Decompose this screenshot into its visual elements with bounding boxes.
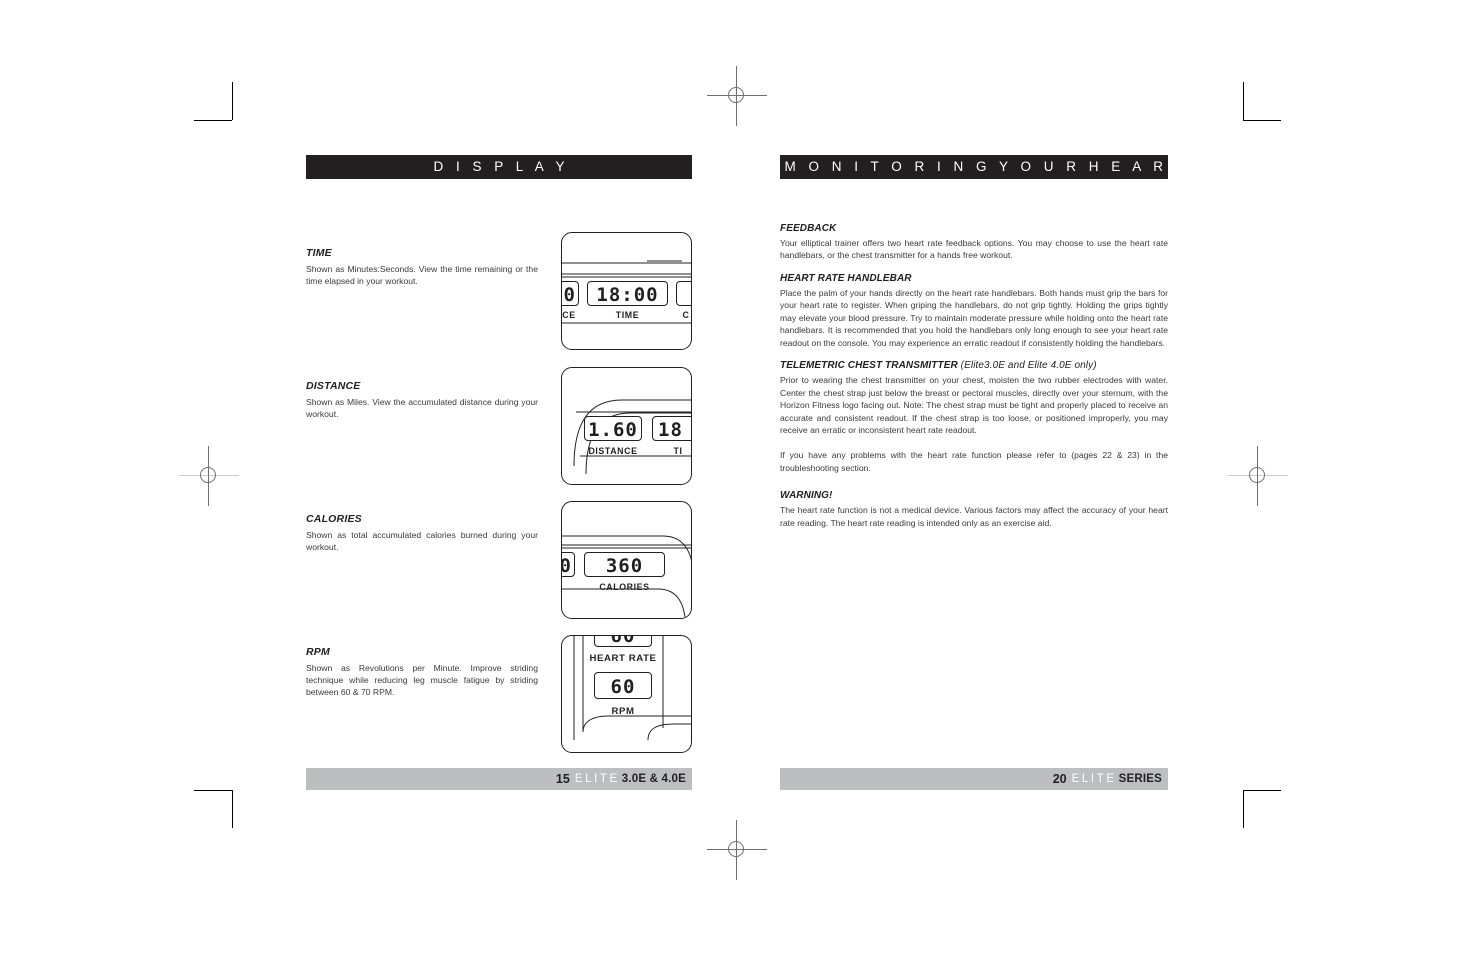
distance-value-field: 1.60 [584, 416, 642, 441]
troubleshooting-note: If you have any problems with the heart … [780, 449, 1168, 474]
left-page-footer: 15 ELITE 3.0E & 4.0E [306, 768, 692, 790]
time-neighbor-right-field [676, 281, 691, 306]
left-footer-brand: ELITE [574, 773, 620, 785]
time-value: 18:00 [596, 284, 659, 306]
heart-rate-label: HEART RATE [589, 653, 657, 664]
right-page-content: FEEDBACK Your elliptical trainer offers … [780, 179, 1168, 529]
troubleshooting-note-body: If you have any problems with the heart … [780, 450, 1168, 473]
distance-label: DISTANCE [588, 446, 638, 456]
distance-neighbor-right-value: 18 [658, 419, 683, 441]
time-console: 0 18:00 NCE TIME C [561, 232, 692, 350]
section-feedback: FEEDBACK Your elliptical trainer offers … [780, 223, 1168, 262]
distance-neighbor-right-label: TI [673, 446, 683, 456]
distance-console: 1.60 18 DISTANCE TI [561, 367, 692, 485]
time-neighbor-right-label: C [682, 310, 690, 320]
distance-neighbor-right-field: 18 [652, 416, 691, 441]
registration-mark-top [707, 66, 767, 126]
distance-value: 1.60 [588, 419, 638, 441]
time-neighbor-left-field: 0 [562, 281, 579, 306]
section-distance-title: DISTANCE [306, 380, 361, 392]
section-rpm-title: RPM [306, 646, 330, 658]
section-distance-body: Shown as Miles. View the accumulated dis… [306, 397, 538, 420]
registration-mark-left [179, 446, 239, 506]
time-neighbor-left-label: NCE [562, 310, 576, 320]
rpm-console: 60 HEART RATE 60 RPM [561, 635, 692, 753]
heart-rate-value: 60 [610, 635, 636, 647]
right-footer-brand: ELITE [1071, 773, 1117, 785]
section-rpm-body: Shown as Revolutions per Minute. Improve… [306, 663, 538, 698]
left-page-number: 15 [555, 772, 570, 786]
calories-neighbor-left-value: 0 [562, 553, 574, 576]
section-calories-title: CALORIES [306, 513, 362, 525]
section-heart-rate-handlebar-body: Place the palm of your hands directly on… [780, 287, 1168, 348]
rpm-value-field: 60 [594, 672, 652, 699]
section-warning: WARNING! The heart rate function is not … [780, 490, 1168, 529]
calories-neighbor-left-field: 0 [562, 552, 575, 577]
left-page-content: TIME Shown as Minutes:Seconds. View the … [306, 179, 692, 779]
section-telemetric-chest-transmitter-body: Prior to wearing the chest transmitter o… [780, 375, 1168, 435]
rpm-value: 60 [610, 676, 636, 698]
right-footer-model: SERIES [1118, 773, 1162, 785]
section-telemetric-chest-transmitter: TELEMETRIC CHEST TRANSMITTER (Elite3.0E … [780, 360, 1168, 436]
section-feedback-title: FEEDBACK [780, 223, 837, 234]
right-page-number: 20 [1052, 772, 1067, 786]
section-telemetric-chest-transmitter-title: TELEMETRIC CHEST TRANSMITTER (Elite3.0E … [780, 360, 1097, 372]
calories-value-field: 360 [584, 552, 665, 577]
rpm-label: RPM [611, 706, 635, 717]
section-time-body: Shown as Minutes:Seconds. View the time … [306, 264, 538, 287]
left-footer-model: 3.0E & 4.0E [621, 773, 686, 785]
calories-value: 360 [605, 555, 644, 577]
calories-label: CALORIES [599, 582, 650, 592]
section-distance: DISTANCE Shown as Miles. View the accumu… [306, 380, 538, 420]
right-page-header: M O N I T O R I N G Y O U R H E A R T R … [780, 155, 1269, 179]
calories-console: 0 360 CALORIES [561, 501, 692, 619]
section-time: TIME Shown as Minutes:Seconds. View the … [306, 247, 538, 287]
time-neighbor-left-value: 0 [563, 284, 576, 306]
registration-mark-bottom [707, 820, 767, 880]
section-warning-body: The heart rate function is not a medical… [780, 505, 1168, 528]
right-page: M O N I T O R I N G Y O U R H E A R T R … [780, 155, 1269, 540]
section-heart-rate-handlebar: HEART RATE HANDLEBAR Place the palm of y… [780, 273, 1168, 349]
heart-rate-value-field: 60 [594, 635, 652, 647]
section-warning-title: WARNING! [780, 490, 833, 502]
left-page-header: D I S P L A Y [306, 155, 692, 179]
section-calories: CALORIES Shown as total accumulated calo… [306, 513, 538, 553]
section-heart-rate-handlebar-title: HEART RATE HANDLEBAR [780, 272, 912, 284]
section-calories-body: Shown as total accumulated calories burn… [306, 530, 538, 553]
left-page: D I S P L A Y TIME Shown as Minutes:Seco… [306, 155, 692, 779]
right-page-footer: 20 ELITE SERIES [780, 768, 1168, 790]
time-label: TIME [615, 310, 640, 320]
section-telemetric-title-note: (Elite3.0E and Elite 4.0E only) [957, 360, 1097, 372]
time-value-field: 18:00 [587, 281, 668, 306]
section-rpm: RPM Shown as Revolutions per Minute. Imp… [306, 646, 538, 699]
section-time-title: TIME [306, 247, 332, 259]
registration-mark-right [1228, 446, 1288, 506]
section-feedback-body: Your elliptical trainer offers two heart… [780, 238, 1168, 261]
